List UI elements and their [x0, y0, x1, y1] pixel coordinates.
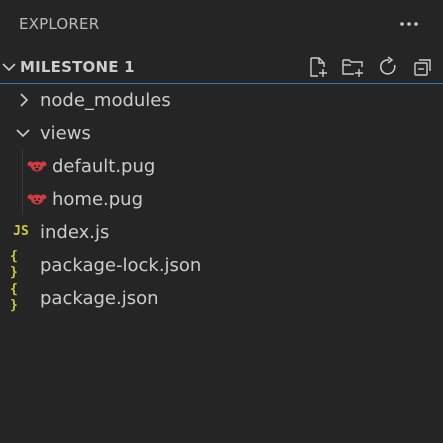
more-actions-button[interactable] — [395, 12, 423, 36]
new-folder-icon — [342, 59, 363, 77]
tree-item-label: views — [40, 123, 91, 144]
workspace-title: MILESTONE 1 — [20, 58, 135, 76]
json-icon: { } — [10, 249, 18, 280]
new-file-icon — [310, 57, 327, 77]
collapse-all-icon — [414, 59, 431, 76]
tree-item-label: home.pug — [52, 189, 144, 210]
chevron-down-icon — [2, 63, 16, 72]
tree-item-home-pug[interactable]: home.pug — [0, 183, 443, 216]
tree-item-views[interactable]: views — [0, 117, 443, 150]
workspace-section-header[interactable]: MILESTONE 1 — [0, 51, 443, 84]
tree-item-package-lock-json[interactable]: { } package-lock.json — [0, 249, 443, 282]
refresh-icon — [380, 56, 396, 75]
explorer-title-bar: EXPLORER — [0, 0, 443, 47]
chevron-down-icon — [16, 129, 30, 138]
tree-item-package-json[interactable]: { } package.json — [0, 282, 443, 315]
file-tree: node_modules views default.pug home.pug … — [0, 84, 443, 315]
tree-item-default-pug[interactable]: default.pug — [0, 150, 443, 183]
collapse-all-button[interactable] — [409, 54, 437, 80]
tree-item-label: index.js — [40, 222, 110, 243]
chevron-right-icon — [20, 93, 29, 107]
tree-item-label: default.pug — [52, 156, 156, 177]
ellipsis-icon — [400, 22, 418, 26]
tree-item-index-js[interactable]: JS index.js — [0, 216, 443, 249]
explorer-panel: EXPLORER MILESTONE 1 node_modules views … — [0, 0, 443, 443]
tree-item-node-modules[interactable]: node_modules — [0, 84, 443, 117]
tree-item-label: package-lock.json — [40, 255, 202, 276]
tree-item-label: package.json — [40, 288, 159, 309]
new-folder-button[interactable] — [339, 54, 367, 80]
refresh-button[interactable] — [374, 54, 402, 80]
new-file-button[interactable] — [304, 54, 332, 80]
tree-item-label: node_modules — [40, 90, 171, 111]
pug-icon — [26, 191, 48, 207]
explorer-title: EXPLORER — [19, 15, 100, 33]
section-actions — [297, 54, 437, 80]
pug-icon — [26, 158, 48, 174]
json-icon: { } — [10, 282, 18, 313]
js-icon: JS — [13, 224, 29, 239]
